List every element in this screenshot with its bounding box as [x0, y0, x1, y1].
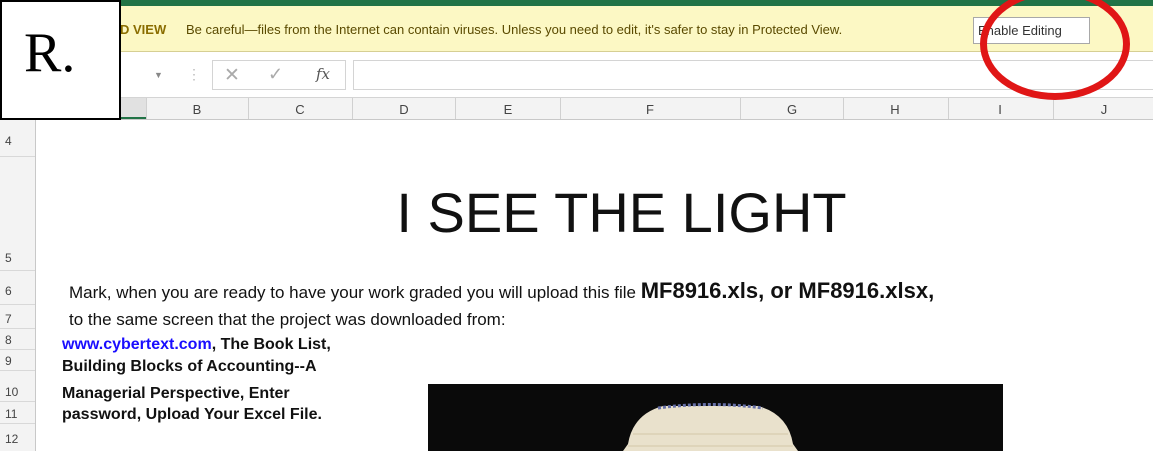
column-header-g[interactable]: G	[777, 102, 807, 117]
row-header-bar: 4 5 6 7 8 9 10 11 12	[0, 120, 36, 451]
cancel-icon[interactable]: ✕	[224, 64, 240, 87]
column-header-b[interactable]: B	[182, 102, 212, 117]
column-header-bar: B C D E F G H I J	[0, 98, 1153, 120]
row-header-8[interactable]: 8	[0, 333, 34, 347]
column-header-h[interactable]: H	[880, 102, 910, 117]
row-header-12[interactable]: 12	[0, 432, 34, 446]
name-box-dropdown-icon[interactable]: ▼	[154, 70, 163, 80]
overlay-label: R.	[24, 22, 76, 84]
column-header-d[interactable]: D	[389, 102, 419, 117]
instruction-line-10: Managerial Perspective, Enter	[62, 385, 290, 402]
column-header-a[interactable]	[118, 98, 146, 119]
enter-icon[interactable]: ✓	[268, 64, 283, 85]
instruction-line-11: password, Upload Your Excel File.	[62, 406, 322, 423]
column-header-e[interactable]: E	[493, 102, 523, 117]
row-header-6[interactable]: 6	[0, 284, 34, 298]
formula-bar-grip-icon: ⋮	[187, 66, 201, 82]
overlay-label-box: R.	[0, 0, 121, 120]
column-header-j[interactable]: J	[1089, 102, 1119, 117]
instruction-line-8-rest: , The Book List,	[211, 336, 331, 353]
instruction-line-9: Building Blocks of Accounting--A	[62, 358, 317, 375]
row-header-5[interactable]: 5	[0, 251, 34, 265]
file-name: MF8916.xls, or MF8916.xlsx,	[640, 278, 935, 303]
website-link[interactable]: www.cybertext.com	[62, 336, 212, 353]
column-header-i[interactable]: I	[985, 102, 1015, 117]
row-header-10[interactable]: 10	[0, 385, 34, 399]
sheet-title: I SEE THE LIGHT	[396, 181, 847, 244]
lamp-image	[428, 384, 1003, 451]
column-header-f[interactable]: F	[635, 102, 665, 117]
row-header-9[interactable]: 9	[0, 354, 34, 368]
row-header-7[interactable]: 7	[0, 312, 34, 326]
row-header-4[interactable]: 4	[0, 134, 34, 148]
insert-function-icon[interactable]: fx	[316, 65, 330, 83]
formula-bar: ▼ ⋮ ✕ ✓ fx	[0, 52, 1153, 98]
lamp-shade-icon	[623, 403, 798, 451]
instruction-text: Mark, when you are ready to have your wo…	[69, 283, 641, 302]
protected-view-message: Be careful—files from the Internet can c…	[186, 22, 843, 37]
protected-view-title: D VIEW	[120, 22, 167, 37]
instruction-line-8: www.cybertext.com, The Book List,	[62, 336, 331, 354]
row-header-11[interactable]: 11	[0, 407, 34, 421]
column-header-c[interactable]: C	[285, 102, 315, 117]
instruction-line-7: to the same screen that the project was …	[69, 310, 506, 329]
instruction-line-6: Mark, when you are ready to have your wo…	[69, 278, 934, 304]
